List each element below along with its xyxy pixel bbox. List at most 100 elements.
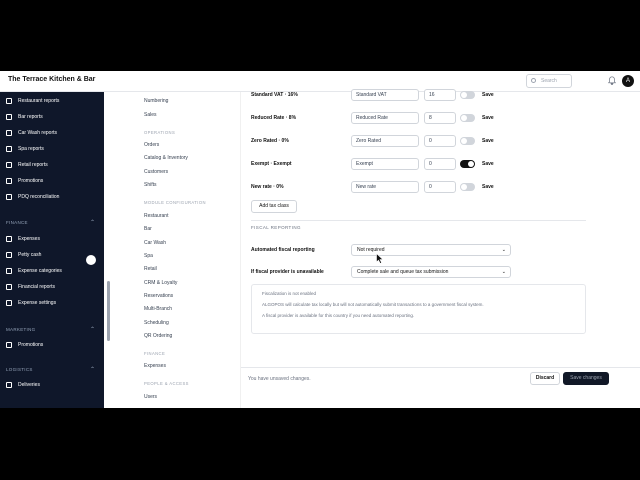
bell-icon[interactable] [608, 76, 616, 85]
subnav-item-expenses[interactable]: Expenses [144, 363, 166, 369]
add-tax-class-button[interactable]: Add tax class [251, 200, 297, 213]
report-icon [6, 113, 12, 120]
sidebar-item-expense-settings[interactable]: Expense settings [6, 297, 56, 309]
avatar[interactable]: A [622, 75, 634, 87]
subnav-item-catalog[interactable]: Catalog & Inventory [144, 155, 188, 161]
sidebar-item-car-wash-reports[interactable]: Car Wash reports [6, 127, 57, 139]
chevron-up-icon[interactable]: ⌃ [90, 219, 95, 226]
provider-unavailable-label: If fiscal provider is unavailable [251, 269, 324, 275]
save-tax-button[interactable]: Save [482, 115, 494, 121]
subnav-item-multi-branch[interactable]: Multi-Branch [144, 306, 172, 312]
report-icon [6, 129, 12, 136]
sidebar-item-spa-reports[interactable]: Spa reports [6, 143, 44, 155]
sidebar-item-restaurant-reports[interactable]: Restaurant reports [6, 95, 59, 107]
unsaved-changes-bar: You have unsaved changes. Discard Save c… [241, 367, 640, 389]
card-icon [6, 193, 12, 200]
tax-row-label: New rate · 0% [251, 184, 284, 190]
chevron-down-icon: ⌄ [501, 247, 506, 253]
fiscal-note-body: ALGOPOS will calculate tax locally but w… [262, 302, 484, 307]
discard-button[interactable]: Discard [530, 372, 560, 385]
sidebar-section-finance: FINANCE [6, 220, 28, 225]
subnav-item-customers[interactable]: Customers [144, 169, 168, 175]
tax-rate-input[interactable]: 0 [424, 181, 456, 193]
save-changes-button[interactable]: Save changes [563, 372, 609, 385]
search-icon [531, 78, 536, 83]
provider-unavailable-select[interactable]: Complete sale and queue tax submission ⌄ [351, 266, 511, 278]
sidebar-active-indicator [86, 255, 96, 265]
tax-name-input[interactable]: Zero Rated [351, 135, 419, 147]
sidebar-item-pdq-reconciliation[interactable]: PDQ reconciliation [6, 191, 59, 203]
save-tax-button[interactable]: Save [482, 92, 494, 98]
tax-row-label: Zero Rated · 0% [251, 138, 289, 144]
subnav-item-bar[interactable]: Bar [144, 226, 152, 232]
truck-icon [6, 381, 12, 388]
chevron-up-icon[interactable]: ⌃ [90, 326, 95, 333]
sidebar-item-deliveries[interactable]: Deliveries [6, 379, 40, 391]
provider-unavailable-value: Complete sale and queue tax submission [357, 269, 449, 275]
subnav-item-crm[interactable]: CRM & Loyalty [144, 280, 177, 286]
fiscal-info-box: Fiscalization is not enabled ALGOPOS wil… [251, 284, 586, 334]
mouse-cursor-icon [376, 253, 384, 264]
report-icon [6, 97, 12, 104]
subnav-item-retail[interactable]: Retail [144, 266, 157, 272]
sidebar-item-expense-categories[interactable]: Expense categories [6, 265, 62, 277]
sidebar-scrollbar[interactable] [107, 281, 110, 341]
sidebar-item-retail-reports[interactable]: Retail reports [6, 159, 48, 171]
tag-icon [6, 177, 12, 184]
save-tax-button[interactable]: Save [482, 138, 494, 144]
subnav-item-shifts[interactable]: Shifts [144, 182, 157, 188]
tax-enabled-toggle[interactable] [460, 114, 475, 122]
subnav-item-restaurant[interactable]: Restaurant [144, 213, 168, 219]
subnav-section-module: MODULE CONFIGURATION [144, 200, 206, 205]
subnav-item-orders[interactable]: Orders [144, 142, 159, 148]
subnav-item-spa[interactable]: Spa [144, 253, 153, 259]
sidebar: Restaurant reports Bar reports Car Wash … [0, 92, 104, 408]
tax-enabled-toggle[interactable] [460, 160, 475, 168]
subnav-item-numbering[interactable]: Numbering [144, 98, 168, 104]
sidebar-item-petty-cash[interactable]: Petty cash [6, 249, 41, 261]
tax-row-label: Exempt · Exempt [251, 161, 292, 167]
chevron-up-icon[interactable]: ⌃ [90, 366, 95, 373]
fiscal-section-title: FISCAL REPORTING [251, 225, 301, 230]
subnav-item-users[interactable]: Users [144, 394, 157, 400]
tax-rate-input[interactable]: 16 [424, 89, 456, 101]
tax-name-input[interactable]: Reduced Rate [351, 112, 419, 124]
venue-title: The Terrace Kitchen & Bar [8, 76, 96, 83]
top-bar: The Terrace Kitchen & Bar Search A [0, 71, 640, 92]
subnav-section-people: PEOPLE & ACCESS [144, 381, 189, 386]
search-placeholder: Search [541, 78, 557, 84]
subnav-item-reservations[interactable]: Reservations [144, 293, 173, 299]
wallet-icon [6, 251, 12, 258]
subnav-item-sales[interactable]: Sales [144, 112, 157, 118]
tax-settings-panel: Standard VAT · 16% Standard VAT 16 Save … [241, 89, 640, 408]
automated-fiscal-select[interactable]: Not required ⌄ [351, 244, 511, 256]
tax-name-input[interactable]: Exempt [351, 158, 419, 170]
subnav-item-car-wash[interactable]: Car Wash [144, 240, 166, 246]
fiscal-note-title: Fiscalization is not enabled [262, 291, 317, 296]
tax-enabled-toggle[interactable] [460, 183, 475, 191]
sidebar-item-bar-reports[interactable]: Bar reports [6, 111, 43, 123]
tax-enabled-toggle[interactable] [460, 91, 475, 99]
tax-name-input[interactable]: New rate [351, 181, 419, 193]
tax-name-input[interactable]: Standard VAT [351, 89, 419, 101]
sidebar-item-marketing-promotions[interactable]: Promotions [6, 339, 43, 351]
sidebar-item-financial-reports[interactable]: Financial reports [6, 281, 55, 293]
chevron-down-icon: ⌄ [501, 269, 506, 275]
tax-rate-input[interactable]: 0 [424, 158, 456, 170]
fiscal-note-provider: A fiscal provider is available for this … [262, 313, 415, 318]
save-tax-button[interactable]: Save [482, 161, 494, 167]
report-icon [6, 283, 12, 290]
tax-rate-input[interactable]: 0 [424, 135, 456, 147]
subnav-item-scheduling[interactable]: Scheduling [144, 320, 169, 326]
save-tax-button[interactable]: Save [482, 184, 494, 190]
tax-row-label: Standard VAT · 16% [251, 92, 298, 98]
receipt-icon [6, 235, 12, 242]
settings-subnav: Numbering Sales OPERATIONS Orders Catalo… [112, 92, 241, 408]
tax-rate-input[interactable]: 8 [424, 112, 456, 124]
sidebar-section-logistics: LOGISTICS [6, 367, 33, 372]
sidebar-item-expenses[interactable]: Expenses [6, 233, 40, 245]
sidebar-item-promotions[interactable]: Promotions [6, 175, 43, 187]
subnav-item-qr-ordering[interactable]: QR Ordering [144, 333, 172, 339]
tax-enabled-toggle[interactable] [460, 137, 475, 145]
search-input[interactable]: Search [526, 74, 572, 88]
